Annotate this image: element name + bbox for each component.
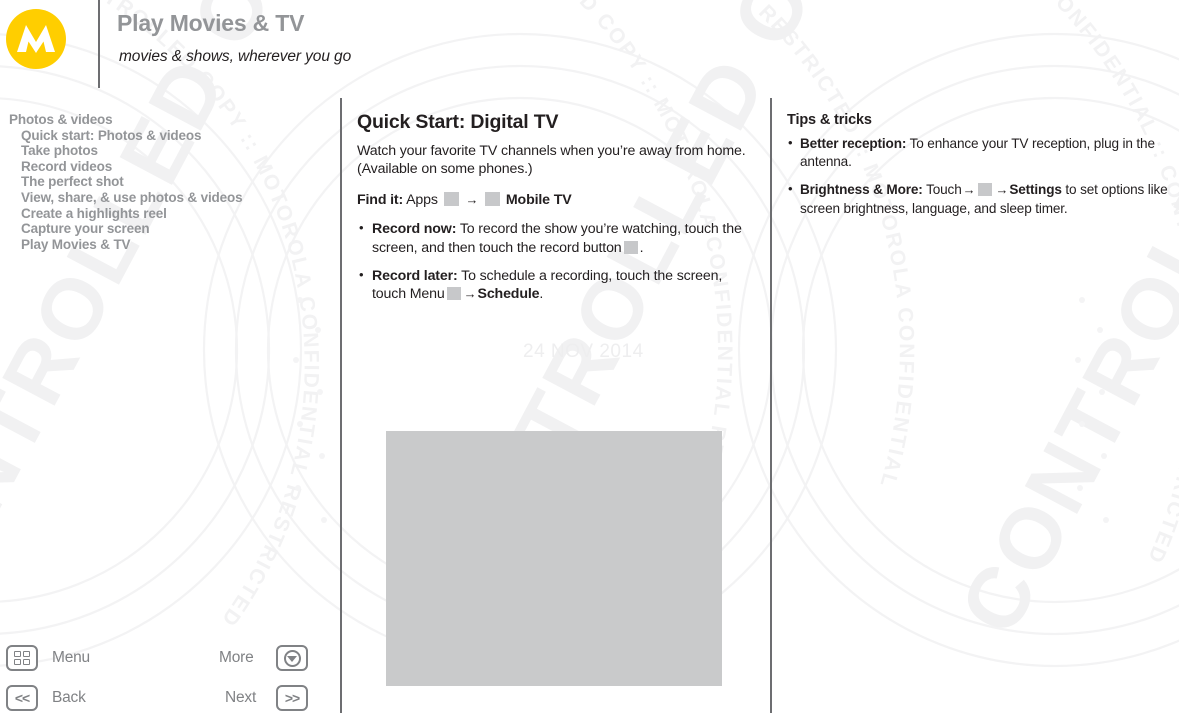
find-it-step1: Apps [406, 192, 438, 209]
date-stamp: 24 NOV 2014 [523, 341, 644, 362]
tips-and-tricks: Tips & tricks Better reception: To enhan… [787, 112, 1179, 228]
tips-title: Tips & tricks [787, 112, 872, 128]
more-label: More [219, 649, 254, 666]
arrow-icon: → [995, 182, 1009, 198]
back-button[interactable]: << [6, 685, 38, 711]
list-item: Record later: To schedule a recording, t… [357, 266, 755, 304]
menu-icon[interactable] [446, 287, 461, 301]
find-it-line: Find it: Apps → Mobile TV [357, 190, 755, 210]
next-label: Next [225, 689, 257, 706]
mobile-tv-icon[interactable] [485, 192, 501, 207]
back-label: Back [52, 689, 86, 706]
find-it-target: Mobile TV [505, 192, 572, 209]
tip-label: Better reception: [800, 136, 907, 151]
arrow-icon: → [465, 192, 479, 208]
chevron-right-icon: >> [284, 690, 300, 706]
tips-bullet-list: Better reception: To enhance your TV rec… [787, 134, 1179, 218]
main-bullet-list: Record now: To record the show you’re wa… [357, 219, 755, 304]
list-item: Brightness & More: Touch→→Settings to se… [787, 180, 1179, 217]
apps-icon[interactable] [443, 192, 459, 207]
menu-label: Menu [52, 649, 90, 666]
list-item: Record now: To record the show you’re wa… [357, 219, 755, 257]
svg-text:CONTROLLED COPY: CONTROLLED COPY [942, 0, 1179, 649]
chevron-left-icon: << [14, 690, 30, 706]
more-options-icon[interactable] [978, 183, 993, 197]
main-content: Quick Start: Digital TV Watch your favor… [357, 110, 755, 313]
record-button-icon[interactable] [623, 241, 638, 254]
list-item: Better reception: To enhance your TV rec… [787, 134, 1179, 171]
footer-nav: Menu << Back More >> Next [0, 0, 340, 713]
tips-column-divider [770, 98, 772, 713]
grid-icon [13, 650, 31, 666]
more-button[interactable] [276, 645, 308, 671]
tip-text: Touch [926, 182, 962, 198]
bullet-bold-target: Schedule [477, 286, 540, 303]
bullet-text-after: . [639, 240, 644, 256]
page-root: MOTOROLA CONFIDENTIAL RESTRICTED :: MOTO… [0, 0, 1179, 713]
section-title: Quick Start: Digital TV [357, 111, 559, 133]
tip-label: Brightness & More: [800, 182, 923, 198]
menu-button[interactable] [6, 645, 38, 671]
next-button[interactable]: >> [276, 685, 308, 711]
tip-bold-target: Settings [1009, 182, 1062, 198]
bullet-label: Record later: [372, 267, 458, 284]
arrow-icon: → [962, 182, 976, 198]
arrow-icon: → [463, 286, 477, 302]
main-column-divider [340, 98, 342, 713]
find-it-label: Find it: [357, 192, 404, 209]
chevron-down-icon [283, 649, 301, 667]
bullet-text-after: . [539, 286, 544, 303]
digital-tv-screenshot-placeholder [386, 431, 722, 686]
section-intro: Watch your favorite TV channels when you… [357, 143, 746, 178]
bullet-label: Record now: [372, 221, 457, 238]
